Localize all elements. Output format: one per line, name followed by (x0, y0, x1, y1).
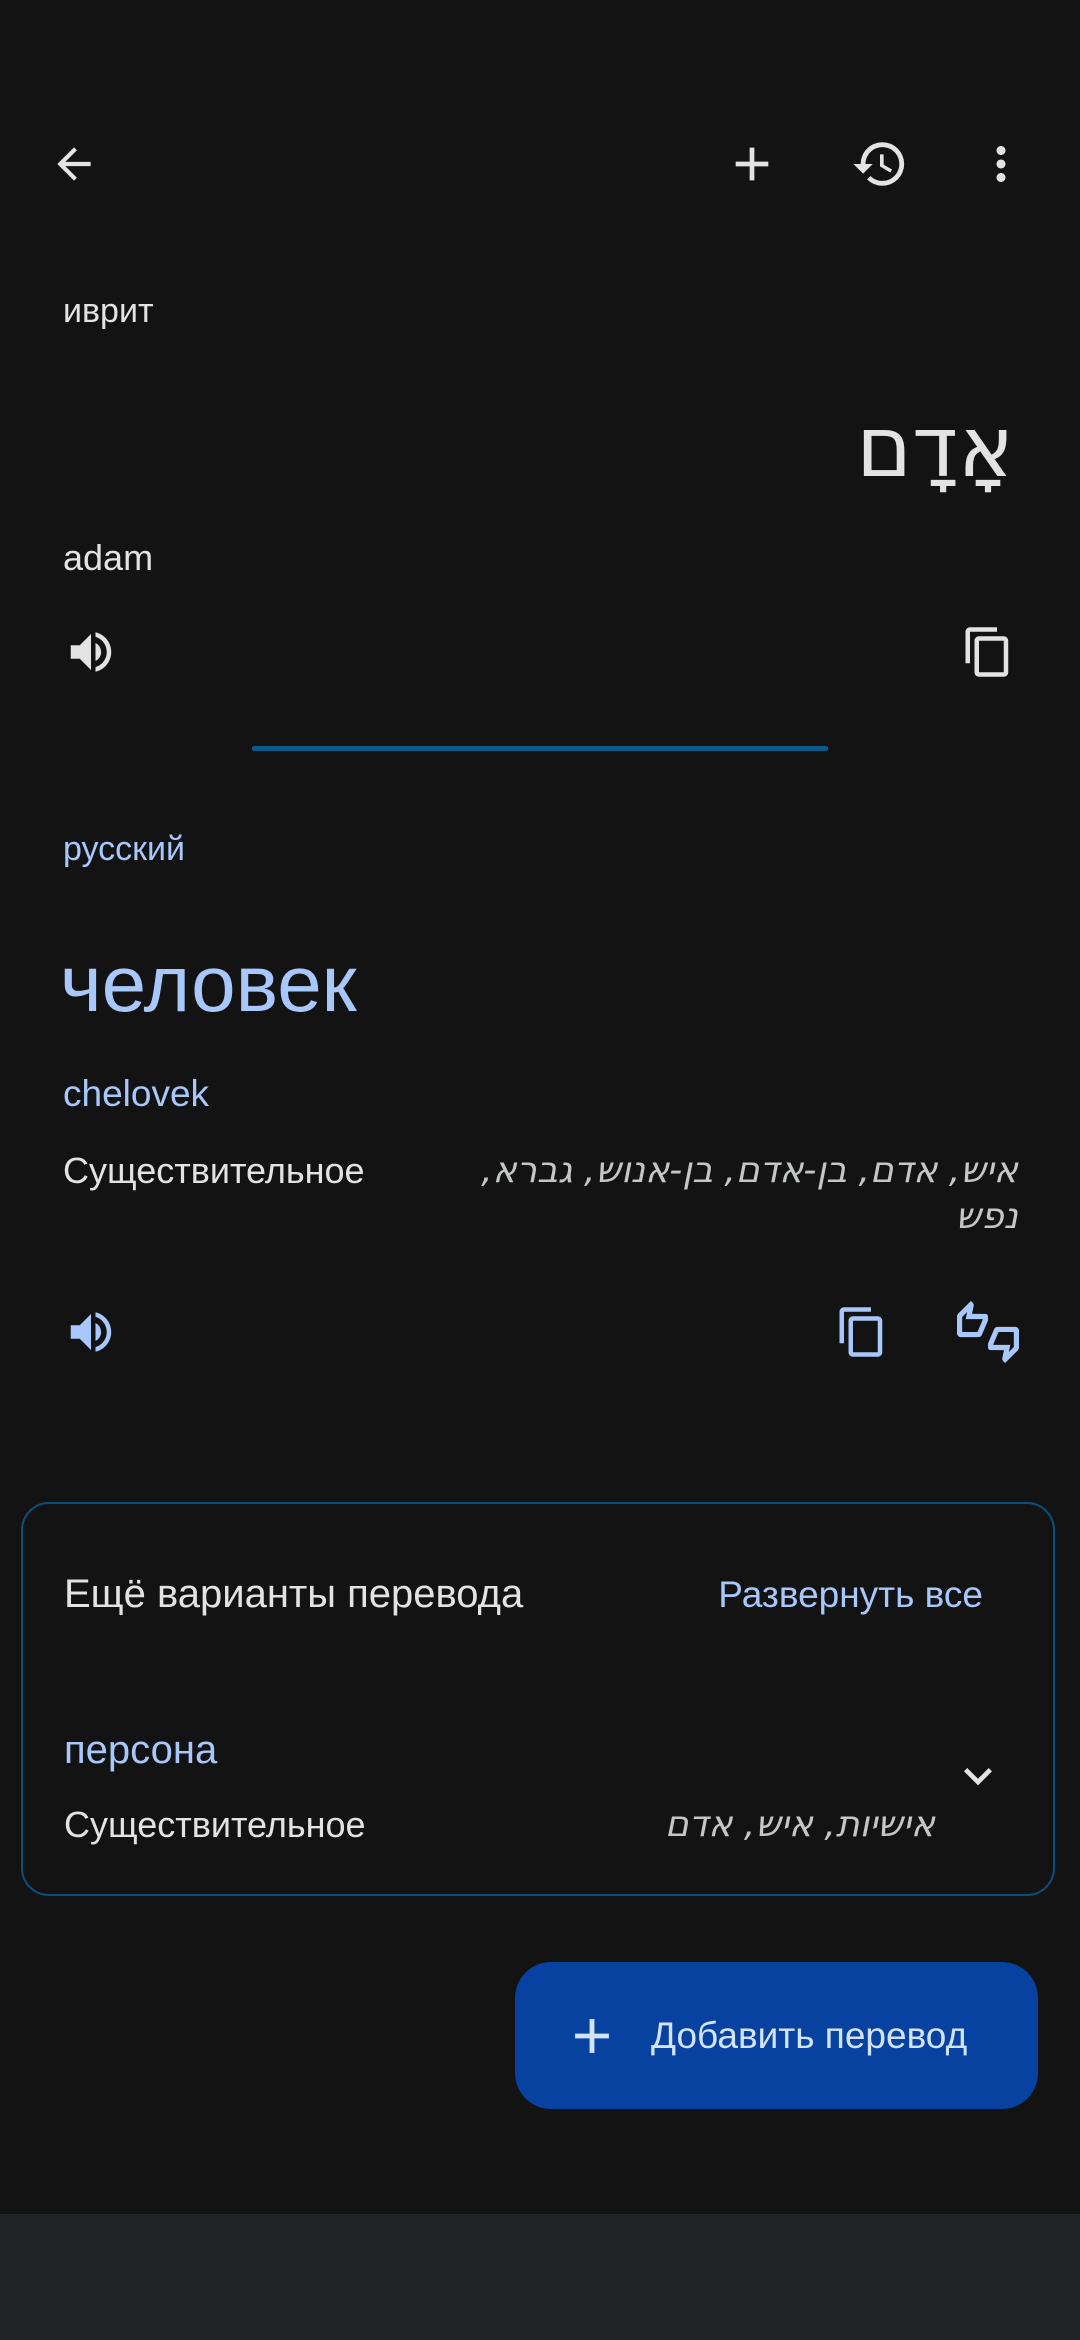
more-translations-title: Ещё варианты перевода (64, 1572, 524, 1616)
source-transliteration: adam (63, 537, 154, 578)
back-button[interactable] (38, 128, 110, 200)
source-language-label: иврит (63, 292, 154, 330)
system-navigation-bar (0, 2214, 1080, 2340)
history-icon (851, 135, 909, 193)
translation-text[interactable]: человек (60, 938, 357, 1030)
more-options-button[interactable] (965, 128, 1037, 200)
copy-icon (961, 625, 1015, 679)
volume-icon (64, 1305, 118, 1359)
add-translation-button[interactable]: Добавить перевод (515, 1962, 1038, 2109)
plus-icon (563, 2007, 621, 2065)
expand-item-button[interactable] (942, 1740, 1014, 1812)
target-speak-button[interactable] (55, 1296, 127, 1368)
rate-translation-button[interactable] (952, 1296, 1024, 1368)
thumbs-up-down-icon (957, 1301, 1019, 1363)
part-of-speech: Существительное (63, 1150, 365, 1191)
synonyms-list: איש, אדם, בן-אדם, בן-אנוש, גברא, נפש (481, 1150, 1018, 1237)
add-translation-label: Добавить перевод (651, 2014, 968, 2056)
alt-synonyms: אישיות, איש, אדם (664, 1804, 935, 1845)
volume-icon (64, 625, 118, 679)
target-copy-button[interactable] (826, 1296, 898, 1368)
plus-icon (724, 136, 780, 192)
copy-icon (835, 1305, 889, 1359)
add-button[interactable] (716, 128, 788, 200)
source-copy-button[interactable] (952, 616, 1024, 688)
more-vert-icon (974, 137, 1028, 191)
alt-translation-word: персона (64, 1728, 218, 1772)
section-divider (252, 746, 828, 751)
target-language-label: русский (63, 830, 186, 868)
expand-all-button[interactable]: Развернуть все (718, 1574, 983, 1616)
history-button[interactable] (844, 128, 916, 200)
chevron-down-icon (950, 1748, 1006, 1804)
target-transliteration: chelovek (63, 1073, 210, 1114)
source-speak-button[interactable] (55, 616, 127, 688)
more-translations-card: Ещё варианты перевода Развернуть все пер… (21, 1502, 1055, 1896)
source-text[interactable]: אָדָם (856, 398, 1014, 496)
alt-part-of-speech: Существительное (64, 1804, 366, 1845)
arrow-back-icon (49, 139, 99, 189)
